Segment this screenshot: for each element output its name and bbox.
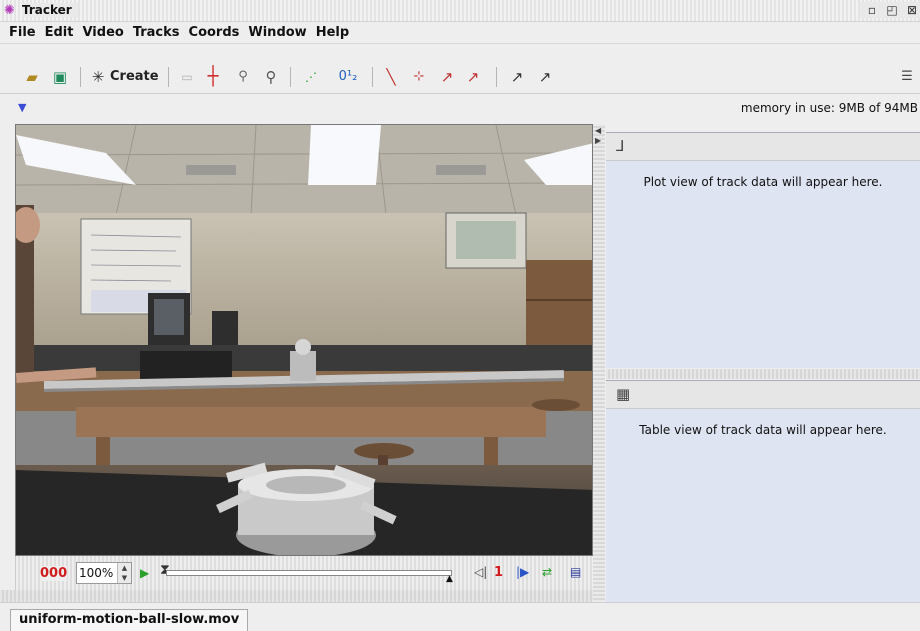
play-icon[interactable]: ▶ [140, 566, 149, 580]
center-of-mass-icon[interactable]: ↗ [508, 67, 526, 87]
tab-bar: uniform-motion-ball-slow.mov [0, 602, 920, 631]
point-mass-icon[interactable]: 0¹₂ [330, 67, 366, 87]
minimize-icon[interactable]: ▫ [864, 2, 880, 18]
dots-trail-icon[interactable]: ⋰ [302, 67, 320, 87]
step-forward-icon[interactable]: |▶ [516, 565, 529, 579]
plot-panel-header: ⅃ [606, 133, 920, 161]
memory-status: memory in use: 9MB of 94MB [740, 101, 918, 115]
vertical-split-bar[interactable]: ◀ ▶ [593, 124, 605, 602]
plot-panel: ⅃ Plot view of track data will appear he… [606, 132, 920, 368]
tracker-logo-icon: ✺ [4, 3, 15, 18]
expand-right-icon[interactable]: ▶ [595, 136, 601, 145]
zoom-value: 100% [79, 566, 114, 580]
tape-measure-icon[interactable]: ⚲ [234, 67, 252, 87]
create-star-icon[interactable]: ✳ [90, 67, 106, 87]
multi-mass-icon[interactable]: ↗ [536, 67, 554, 87]
spin-up-icon[interactable]: ▲ [118, 563, 131, 573]
save-icon[interactable]: ▣ [50, 67, 70, 87]
video-view[interactable] [15, 124, 593, 556]
menu-help[interactable]: Help [312, 22, 354, 43]
zoom-icon[interactable]: ⚲ [262, 67, 280, 87]
menu-edit[interactable]: Edit [41, 22, 79, 43]
velocity-vector-icon[interactable]: ↗ [438, 67, 456, 87]
step-back-icon[interactable]: ◁| [474, 565, 487, 579]
menu-tracks[interactable]: Tracks [129, 22, 185, 43]
loop-icon[interactable]: ⇄ [542, 565, 552, 579]
track-control-dropdown-icon[interactable]: ▼ [18, 101, 26, 114]
coordinate-axes-icon[interactable]: ┼ [204, 67, 222, 87]
notes-icon[interactable]: ☰ [898, 67, 916, 87]
toolbar: ▰ ▣ ✳ Create ▭ ┼ ⚲ ⚲ ⋰ 0¹₂ ╲ ⊹ ↗ ↗ ↗ ↗ ☰ [0, 60, 920, 94]
spin-down-icon[interactable]: ▼ [118, 573, 131, 583]
menu-file[interactable]: File [5, 22, 41, 43]
toolbar-separator [496, 67, 497, 87]
frame-slider[interactable] [166, 570, 452, 576]
plot-placeholder: Plot view of track data will appear here… [643, 175, 883, 189]
table-grid-icon[interactable]: ▦ [616, 385, 630, 403]
title-bar: ✺ Tracker ▫ ◰ ⊠ [0, 0, 920, 22]
menu-coords[interactable]: Coords [185, 22, 245, 43]
open-folder-icon[interactable]: ▰ [22, 67, 42, 87]
frame-counter[interactable]: 000 [40, 566, 68, 581]
toolbar-separator [372, 67, 373, 87]
calibration-stick-icon[interactable]: ▭ [178, 67, 196, 87]
table-placeholder: Table view of track data will appear her… [639, 423, 887, 437]
zoom-spinner[interactable]: ▲ ▼ [117, 563, 131, 583]
create-button[interactable]: Create [110, 67, 159, 87]
side-split-bar[interactable] [606, 369, 920, 379]
tab-video-file[interactable]: uniform-motion-ball-slow.mov [10, 609, 249, 631]
player-bar: 000 100% ▲ ▼ ▶ ⧗ ▲ ◁| 1 |▶ ⇄ ▤ [15, 556, 593, 590]
table-panel: ▦ Table view of track data will appear h… [606, 380, 920, 602]
line-profile-icon[interactable]: ╲ [382, 67, 400, 87]
collapse-left-icon[interactable]: ◀ [595, 126, 601, 135]
slider-end-marker-icon[interactable]: ▲ [446, 574, 453, 584]
status-strip: ▼ memory in use: 9MB of 94MB [0, 96, 920, 120]
zoom-field[interactable]: 100% ▲ ▼ [76, 562, 132, 584]
step-size[interactable]: 1 [494, 565, 503, 580]
bottom-split-bar[interactable] [0, 590, 600, 602]
menu-bar: File Edit Video Tracks Coords Window Hel… [0, 22, 920, 44]
toolbar-separator [168, 67, 169, 87]
clip-settings-icon[interactable]: ▤ [570, 565, 581, 579]
plot-axes-icon[interactable]: ⅃ [616, 137, 624, 155]
toolbar-separator [290, 67, 291, 87]
toolbar-separator [80, 67, 81, 87]
menu-window[interactable]: Window [244, 22, 311, 43]
video-frame-image [16, 125, 592, 555]
window-title: Tracker [22, 3, 78, 17]
menu-video[interactable]: Video [78, 22, 128, 43]
window-controls: ▫ ◰ ⊠ [860, 2, 920, 18]
table-panel-header: ▦ [606, 381, 920, 409]
acceleration-vector-icon[interactable]: ↗ [464, 67, 482, 87]
close-icon[interactable]: ⊠ [904, 2, 920, 18]
maximize-icon[interactable]: ◰ [884, 2, 900, 18]
mass-point-icon[interactable]: ⊹ [410, 67, 428, 87]
